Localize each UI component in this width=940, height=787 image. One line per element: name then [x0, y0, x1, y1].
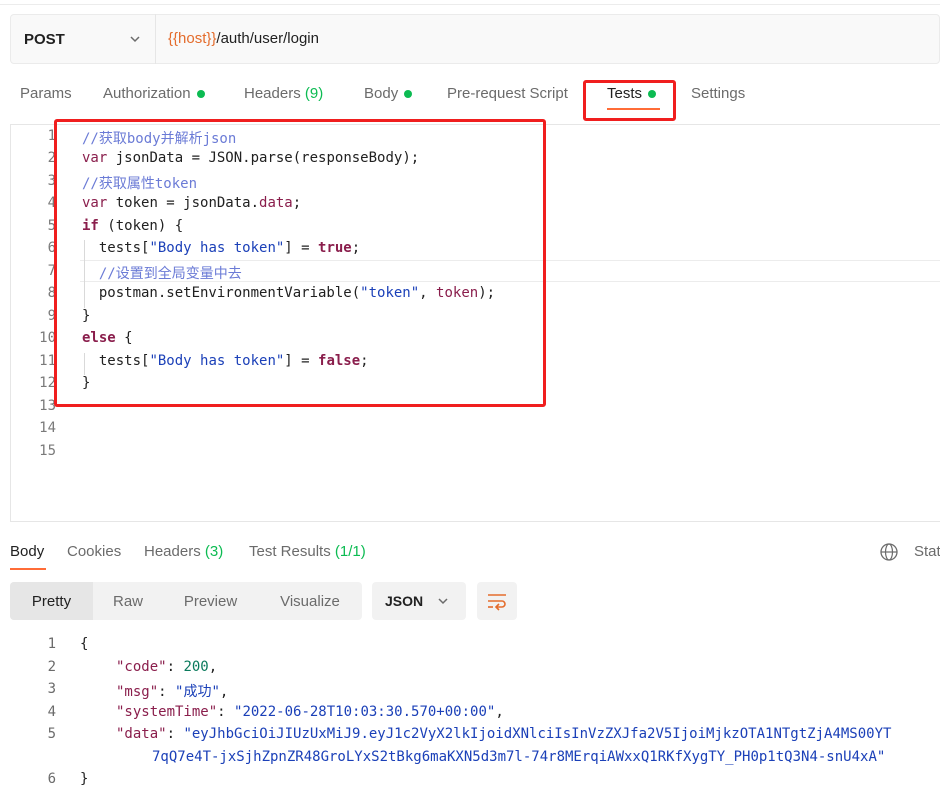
tab-headers[interactable]: Headers (9): [244, 85, 323, 102]
wrap-lines-icon: [488, 594, 506, 611]
line-number: 4: [47, 195, 56, 211]
method-label: POST: [24, 30, 65, 48]
view-mode-label: Raw: [112, 592, 143, 610]
json-line: "systemTime": "2022-06-28T10:03:30.570+0…: [116, 704, 504, 720]
line-number: 2: [47, 150, 56, 166]
tab-pre-request-script[interactable]: Pre-request Script: [447, 85, 568, 102]
wrap-lines-button[interactable]: [477, 582, 517, 620]
tab-body[interactable]: Body: [364, 85, 413, 102]
line-number: 15: [39, 443, 56, 459]
line-number: 2: [47, 659, 56, 675]
tab-settings[interactable]: Settings: [691, 85, 745, 102]
top-divider: [0, 4, 940, 5]
tab-count: (3): [204, 543, 224, 560]
tab-label: Headers: [244, 85, 301, 102]
view-mode-visualize[interactable]: Visualize: [258, 582, 362, 620]
highlight-box-test-script: [54, 119, 546, 407]
line-number: 6: [47, 771, 56, 787]
line-number: 10: [39, 330, 56, 346]
tab-label: Body: [10, 543, 45, 560]
view-mode-raw[interactable]: Raw: [93, 582, 163, 620]
tab-authorization[interactable]: Authorization: [103, 85, 205, 102]
chevron-down-icon: [130, 36, 140, 43]
url-host-variable: {{host}}: [168, 30, 217, 47]
tab-label: Body: [364, 85, 399, 102]
status-dot: [196, 89, 205, 98]
view-mode-label: Visualize: [280, 592, 340, 610]
response-tab-body[interactable]: Body: [10, 543, 44, 560]
tab-label: Headers: [144, 543, 201, 560]
highlight-box-tests-tab: [583, 80, 676, 121]
tab-label: Authorization: [103, 85, 191, 102]
line-number: 1: [47, 636, 56, 652]
line-number: 5: [47, 726, 56, 742]
format-label: JSON: [385, 593, 424, 609]
response-tab-test-results[interactable]: Test Results (1/1): [249, 543, 366, 560]
line-number: 3: [47, 681, 56, 697]
tab-label: Cookies: [67, 543, 122, 560]
globe-icon[interactable]: [879, 542, 899, 562]
line-number: 1: [47, 128, 56, 144]
tab-label: Test Results: [249, 543, 331, 560]
active-response-tab-indicator: [10, 568, 46, 570]
format-select[interactable]: JSON: [372, 582, 466, 620]
line-number: 9: [47, 308, 56, 324]
json-line-continuation: 7qQ7e4T-jxSjhZpnZR48GroLYxS2tBkg6maKXN5d…: [152, 749, 886, 765]
line-number: 13: [39, 398, 56, 414]
view-mode-label: Preview: [183, 592, 238, 610]
line-number: 3: [47, 173, 56, 189]
line-number: 8: [47, 285, 56, 301]
tab-count: (1/1): [334, 543, 366, 560]
json-close-brace: }: [80, 771, 89, 787]
line-number: 11: [39, 353, 56, 369]
tab-params[interactable]: Params: [20, 85, 72, 102]
tab-label: Pre-request Script: [447, 85, 568, 102]
chevron-down-icon: [438, 598, 448, 605]
tab-label: Settings: [691, 85, 746, 102]
response-tab-headers[interactable]: Headers (3): [144, 543, 223, 560]
line-number: 14: [39, 420, 56, 436]
url-input[interactable]: {{host}}/auth/user/login: [168, 30, 319, 47]
view-mode-pretty[interactable]: Pretty: [10, 582, 93, 620]
url-path: /auth/user/login: [216, 30, 319, 47]
line-number: 4: [47, 704, 56, 720]
line-number: 6: [47, 240, 56, 256]
line-number: 5: [47, 218, 56, 234]
response-status-label: Stat: [914, 543, 940, 560]
response-tab-cookies[interactable]: Cookies: [67, 543, 121, 560]
view-mode-label: Pretty: [31, 592, 72, 610]
json-line: "data": "eyJhbGciOiJIUzUxMiJ9.eyJ1c2VyX2…: [116, 726, 892, 742]
json-line: "code": 200,: [116, 659, 218, 675]
json-line: "msg": "成功",: [116, 684, 229, 700]
json-open-brace: {: [80, 636, 89, 652]
tab-label: Params: [20, 85, 72, 102]
view-mode-preview[interactable]: Preview: [163, 582, 258, 620]
method-separator: [155, 14, 156, 64]
tab-count: (9): [304, 85, 324, 102]
line-number: 12: [39, 375, 56, 391]
status-dot: [404, 89, 413, 98]
line-number: 7: [47, 263, 56, 279]
method-select[interactable]: POST: [10, 14, 156, 64]
